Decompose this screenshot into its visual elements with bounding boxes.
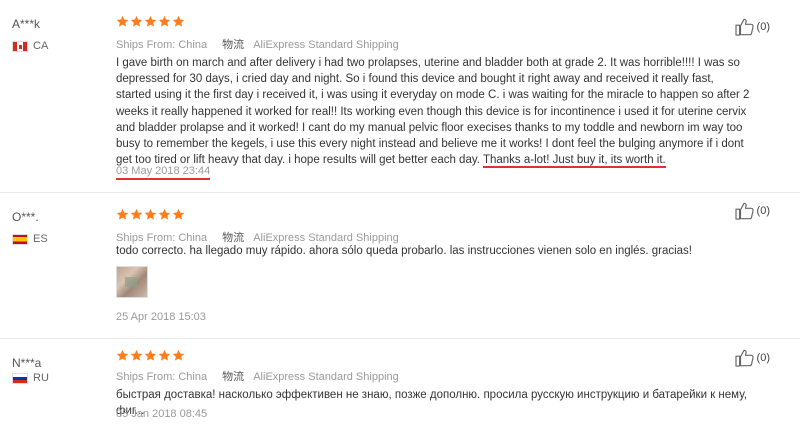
star-icon — [172, 208, 185, 220]
star-icon — [116, 349, 129, 361]
russia-flag-icon — [12, 372, 28, 384]
shipping-method: AliExpress Standard Shipping — [253, 39, 399, 51]
spain-flag-icon — [12, 233, 28, 245]
country-code: RU — [33, 372, 49, 384]
star-icon — [130, 349, 143, 361]
star-icon — [158, 208, 171, 220]
helpful-count: (0) — [756, 205, 770, 217]
review-item: N***a RU Ships From: China 物流 AliExpress… — [0, 339, 800, 440]
canada-flag-icon — [12, 40, 28, 52]
star-rating — [116, 208, 185, 221]
thumbs-up-icon — [734, 349, 754, 367]
helpful-button[interactable]: (0) — [734, 18, 770, 36]
star-icon — [158, 349, 171, 361]
star-icon — [158, 15, 171, 27]
reviewer-country: RU — [12, 372, 49, 384]
helpful-button[interactable]: (0) — [734, 349, 770, 367]
star-icon — [116, 208, 129, 220]
star-icon — [144, 349, 157, 361]
star-icon — [116, 15, 129, 27]
country-code: CA — [33, 40, 49, 52]
review-photo-thumbnail[interactable] — [116, 266, 148, 298]
review-date: 25 Apr 2018 15:03 — [116, 311, 206, 323]
reviewer-name: A***k — [12, 17, 41, 31]
reviewer-name: O***. — [12, 210, 39, 224]
helpful-count: (0) — [756, 21, 770, 33]
thumbs-up-icon — [734, 202, 754, 220]
review-item: A***k CA Ships From: China 物流 AliExpress… — [0, 0, 800, 193]
review-text: быстрая доставка! насколько эффективен н… — [116, 389, 748, 418]
reviewer-country: CA — [12, 40, 48, 52]
shipping-info: Ships From: China 物流 AliExpress Standard… — [116, 36, 399, 52]
review-text-highlight: Thanks a-lot! Just buy it, its worth it. — [482, 154, 666, 169]
helpful-button[interactable]: (0) — [734, 202, 770, 220]
review-date: 05 Jan 2018 08:45 — [116, 408, 208, 420]
ships-from-label: Ships From: China — [116, 39, 208, 51]
ships-from-label: Ships From: China — [116, 371, 208, 383]
star-icon — [144, 208, 157, 220]
star-icon — [172, 15, 185, 27]
review-date: 03 May 2018 23:44 — [116, 165, 211, 180]
helpful-count: (0) — [756, 352, 770, 364]
shipping-method: AliExpress Standard Shipping — [253, 371, 399, 383]
shipping-info: Ships From: China 物流 AliExpress Standard… — [116, 368, 399, 384]
reviewer-country: ES — [12, 233, 48, 245]
star-rating — [116, 349, 185, 362]
country-code: ES — [33, 233, 48, 245]
reviewer-name: N***a — [12, 356, 42, 370]
review-item: O***. ES Ships From: China 物流 AliExpress… — [0, 193, 800, 339]
star-icon — [130, 15, 143, 27]
review-text: todo correcto. ha llegado muy rápido. ah… — [116, 245, 692, 257]
logistics-label: 物流 — [222, 39, 245, 51]
review-text-main: I gave birth on march and after delivery… — [116, 57, 750, 167]
thumbs-up-icon — [734, 18, 754, 36]
logistics-label: 物流 — [222, 371, 245, 383]
review-text: I gave birth on march and after delivery… — [116, 55, 752, 169]
star-rating — [116, 15, 185, 28]
star-icon — [172, 349, 185, 361]
star-icon — [130, 208, 143, 220]
star-icon — [144, 15, 157, 27]
